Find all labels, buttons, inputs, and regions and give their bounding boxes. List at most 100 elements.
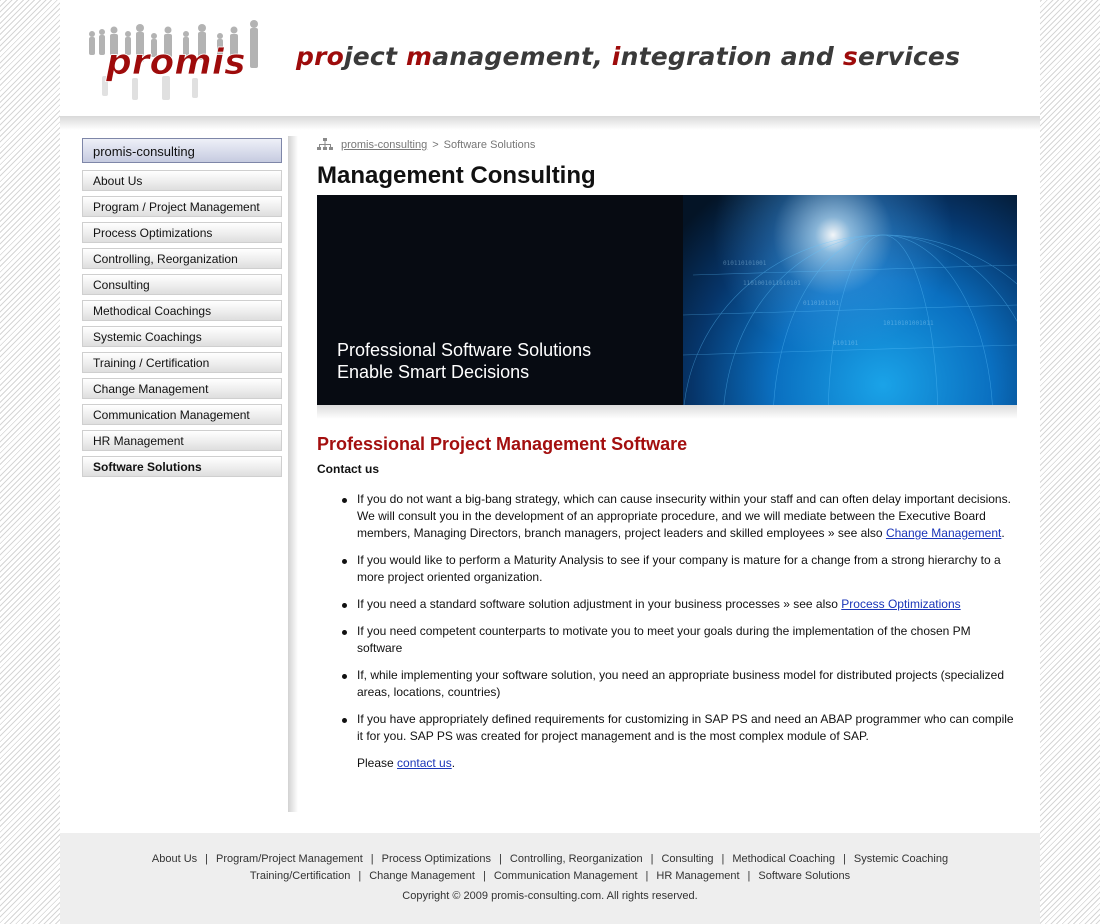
content-divider-shadow bbox=[288, 136, 298, 812]
tagline-part: anagement, bbox=[432, 42, 612, 71]
list-item: If you have appropriately defined requir… bbox=[317, 711, 1017, 745]
tagline-part: ntegration and bbox=[620, 42, 843, 71]
bullet-icon bbox=[342, 559, 347, 564]
tagline-part: s bbox=[842, 42, 858, 71]
bullet-icon bbox=[342, 674, 347, 679]
tagline-part: pro bbox=[296, 42, 344, 71]
footer-link[interactable]: Consulting bbox=[661, 853, 713, 865]
contact-paragraph: Please contact us. bbox=[317, 755, 1017, 772]
list-item: If you do not want a big-bang strategy, … bbox=[317, 491, 1017, 542]
banner-headline-line2: Enable Smart Decisions bbox=[337, 362, 530, 382]
tagline-part: m bbox=[406, 42, 433, 71]
svg-text:0110101101: 0110101101 bbox=[803, 300, 840, 307]
footer-nav-row-2: Training/Certification | Change Management… bbox=[60, 868, 1040, 885]
bullet-text: If you need a standard software solution… bbox=[357, 597, 842, 611]
section-title: Professional Project Management Software bbox=[317, 434, 688, 454]
bullet-text: If you would like to perform a Maturity … bbox=[357, 553, 1001, 584]
sidebar-item-methodical-coachings[interactable]: Methodical Coachings bbox=[82, 300, 282, 321]
footer-separator: | bbox=[843, 853, 846, 865]
sidebar-item-process-optimizations[interactable]: Process Optimizations bbox=[82, 222, 282, 243]
footer-link[interactable]: Communication Management bbox=[494, 870, 638, 882]
breadcrumb-separator: > bbox=[432, 139, 439, 151]
footer-link[interactable]: Training/Certification bbox=[250, 870, 350, 882]
svg-text:1101001011010101: 1101001011010101 bbox=[743, 280, 801, 287]
header-shadow bbox=[60, 116, 1040, 130]
bullet-icon bbox=[342, 718, 347, 723]
sidebar: promis-consulting About Us Program / Proj… bbox=[82, 138, 282, 482]
footer-nav-row-1: About Us | Program/Project Management | Proc… bbox=[60, 851, 1040, 868]
header: promis project management, integration a… bbox=[60, 0, 1040, 120]
footer-separator: | bbox=[205, 853, 209, 865]
tagline-part: ervices bbox=[857, 42, 961, 71]
sidebar-items: About Us Program / Project Management Proc… bbox=[82, 170, 282, 477]
footer-link[interactable]: Process Optimizations bbox=[382, 853, 491, 865]
sidebar-item-change-management[interactable]: Change Management bbox=[82, 378, 282, 399]
footer-link[interactable]: Systemic Coaching bbox=[854, 853, 948, 865]
bullet-icon bbox=[342, 630, 347, 635]
sidebar-item-consulting[interactable]: Consulting bbox=[82, 274, 282, 295]
sidebar-item-communication-management[interactable]: Communication Management bbox=[82, 404, 282, 425]
bullet-icon bbox=[342, 498, 347, 503]
list-item: If, while implementing your software sol… bbox=[317, 667, 1017, 701]
contact-heading: Contact us bbox=[317, 462, 380, 476]
bullet-after: . bbox=[1001, 526, 1005, 540]
footer-separator: | bbox=[650, 853, 654, 865]
svg-text:010110101001: 010110101001 bbox=[723, 260, 767, 267]
footer-separator: | bbox=[747, 870, 751, 882]
sitemap-icon bbox=[317, 138, 333, 150]
sidebar-item-about-us[interactable]: About Us bbox=[82, 170, 282, 191]
sidebar-heading[interactable]: promis-consulting bbox=[82, 138, 282, 163]
footer-link[interactable]: Program/Project Management bbox=[216, 853, 363, 865]
footer-link[interactable]: About Us bbox=[152, 853, 197, 865]
footer-separator: | bbox=[499, 853, 502, 865]
bullet-icon bbox=[342, 603, 347, 608]
tagline: project management, integration and serv… bbox=[296, 42, 960, 71]
hero-banner: 010110101001 1101001011010101 0110101101… bbox=[317, 195, 1017, 405]
main-content: promis-consulting > Software Solutions M… bbox=[317, 136, 1017, 772]
bullet-text: If you need competent counterparts to mo… bbox=[357, 624, 971, 655]
banner-shadow bbox=[317, 405, 1017, 419]
footer-link[interactable]: Methodical Coaching bbox=[732, 853, 835, 865]
breadcrumb-home-link[interactable]: promis-consulting bbox=[341, 139, 427, 151]
page-title: Management Consulting bbox=[317, 162, 596, 189]
breadcrumb-current: Software Solutions bbox=[443, 139, 536, 151]
sidebar-item-software-solutions[interactable]: Software Solutions bbox=[82, 456, 282, 477]
sidebar-item-program-project-management[interactable]: Program / Project Management bbox=[82, 196, 282, 217]
footer-link[interactable]: Controlling, Reorganization bbox=[510, 853, 643, 865]
bullet-link[interactable]: Change Management bbox=[886, 526, 1001, 540]
footer-separator: | bbox=[358, 870, 362, 882]
bullet-text: If you have appropriately defined requir… bbox=[357, 712, 1014, 743]
promis-logo[interactable]: promis bbox=[82, 16, 274, 104]
banner-headline-line1: Professional Software Solutions bbox=[337, 340, 592, 360]
footer-link[interactable]: Software Solutions bbox=[758, 870, 850, 882]
footer-link[interactable]: Change Management bbox=[369, 870, 475, 882]
sidebar-item-training-certification[interactable]: Training / Certification bbox=[82, 352, 282, 373]
svg-text:0101101: 0101101 bbox=[833, 340, 859, 347]
contact-period: . bbox=[451, 756, 456, 770]
logo-text: promis bbox=[105, 42, 246, 83]
bullet-link[interactable]: Process Optimizations bbox=[841, 597, 960, 611]
footer: About Us | Program/Project Management | Proc… bbox=[60, 833, 1040, 924]
footer-link[interactable]: HR Management bbox=[656, 870, 739, 882]
sidebar-item-hr-management[interactable]: HR Management bbox=[82, 430, 282, 451]
contact-text: Please bbox=[357, 756, 398, 770]
bullet-text: If, while implementing your software sol… bbox=[357, 668, 1005, 699]
footer-separator: | bbox=[370, 853, 374, 865]
svg-text:10110101001011: 10110101001011 bbox=[883, 320, 934, 327]
globe-image: 010110101001 1101001011010101 0110101101… bbox=[683, 195, 1017, 405]
page: promis project management, integration a… bbox=[60, 0, 1040, 924]
breadcrumb: promis-consulting > Software Solutions bbox=[317, 136, 1017, 154]
list-item: If you need competent counterparts to mo… bbox=[317, 623, 1017, 657]
contact-us-link[interactable]: contact us bbox=[397, 756, 452, 770]
list-item: If you need a standard software solution… bbox=[317, 596, 1017, 613]
list-item: If you would like to perform a Maturity … bbox=[317, 552, 1017, 586]
tagline-part: i bbox=[611, 42, 621, 71]
tagline-part: ject bbox=[344, 42, 406, 71]
footer-separator: | bbox=[482, 870, 486, 882]
footer-separator: | bbox=[721, 853, 725, 865]
sidebar-item-systemic-coachings[interactable]: Systemic Coachings bbox=[82, 326, 282, 347]
sidebar-item-controlling-reorganization[interactable]: Controlling, Reorganization bbox=[82, 248, 282, 269]
footer-separator: | bbox=[645, 870, 649, 882]
service-bullet-list: If you do not want a big-bang strategy, … bbox=[317, 491, 1017, 745]
copyright: Copyright © 2009 promis-consulting.com. … bbox=[402, 890, 698, 902]
